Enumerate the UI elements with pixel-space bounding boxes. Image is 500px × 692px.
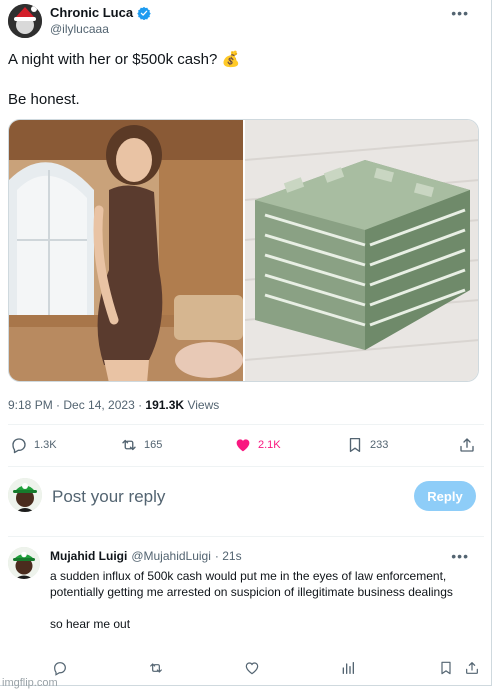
tweet-line-1: A night with her or $500k cash? 💰 [8, 51, 241, 68]
share-action[interactable] [458, 436, 476, 454]
tweet-text: A night with her or $500k cash? 💰 Be hon… [8, 50, 478, 130]
reply-text: a sudden influx of 500k cash would put m… [50, 568, 470, 648]
author-name-text[interactable]: Chronic Luca [50, 5, 133, 20]
heart-icon [236, 439, 250, 452]
more-options-icon[interactable]: ••• [451, 5, 469, 21]
reply-input[interactable]: Post your reply [52, 487, 165, 507]
bookmark-action[interactable]: 233 [346, 436, 388, 454]
reply-author-name[interactable]: Mujahid Luigi [50, 549, 127, 563]
verified-badge-icon [137, 6, 151, 20]
views-count: 191.3K [145, 398, 185, 412]
reply-comment-icon[interactable] [52, 660, 68, 676]
reply-action-bar [50, 660, 480, 678]
bookmark-icon [349, 437, 361, 453]
bookmark-count: 233 [370, 439, 389, 451]
reply-more-options-icon[interactable]: ••• [451, 548, 469, 564]
tweet-line-2: Be honest. [8, 91, 80, 108]
tweet-frame: Chronic Luca @ilylucaaa ••• A night with… [0, 0, 492, 686]
watermark: imgflip.com [2, 677, 58, 689]
user-avatar[interactable] [8, 478, 42, 512]
reply-text-1: a sudden influx of 500k cash would put m… [50, 569, 453, 599]
share-icon [460, 438, 474, 452]
reply-author-handle[interactable]: @MujahidLuigi [131, 549, 211, 563]
reply-action[interactable]: 1.3K [10, 436, 57, 454]
tweet-meta: 9:18 PM · Dec 14, 2023 · 191.3K Views [8, 398, 219, 412]
tweet-media[interactable] [8, 119, 479, 382]
like-action[interactable]: 2.1K [234, 436, 281, 454]
author-avatar[interactable] [8, 4, 42, 38]
retweet-count: 165 [144, 439, 163, 451]
reply-button[interactable]: Reply [414, 481, 476, 511]
divider [8, 424, 484, 425]
reply-analytics-icon[interactable] [340, 660, 356, 676]
reply-header: Mujahid Luigi @MujahidLuigi · 21s [50, 549, 242, 563]
retweet-action[interactable]: 165 [120, 436, 162, 454]
reply-timestamp[interactable]: · 21s [215, 549, 242, 563]
like-count: 2.1K [258, 439, 281, 451]
reply-heart-icon[interactable] [244, 660, 260, 676]
divider [8, 466, 484, 467]
views-label: Views [184, 398, 220, 412]
reply-bookmark-icon[interactable] [438, 660, 454, 676]
action-bar: 1.3K 165 2.1K 233 [8, 436, 478, 458]
reply-share-icon[interactable] [464, 660, 480, 676]
retweet-icon [122, 439, 136, 451]
author-name[interactable]: Chronic Luca [50, 5, 151, 20]
media-photo-cash[interactable] [244, 120, 478, 381]
tweet-timestamp[interactable]: 9:18 PM · Dec 14, 2023 · [8, 398, 145, 412]
reply-text-2: so hear me out [50, 617, 131, 631]
reply-count: 1.3K [34, 439, 57, 451]
author-handle[interactable]: @ilylucaaa [50, 22, 109, 36]
reply-icon [12, 438, 26, 454]
reply-retweet-icon[interactable] [148, 660, 164, 676]
divider [8, 536, 484, 537]
reply-author-avatar[interactable] [8, 547, 40, 579]
media-photo-woman[interactable] [9, 120, 243, 381]
